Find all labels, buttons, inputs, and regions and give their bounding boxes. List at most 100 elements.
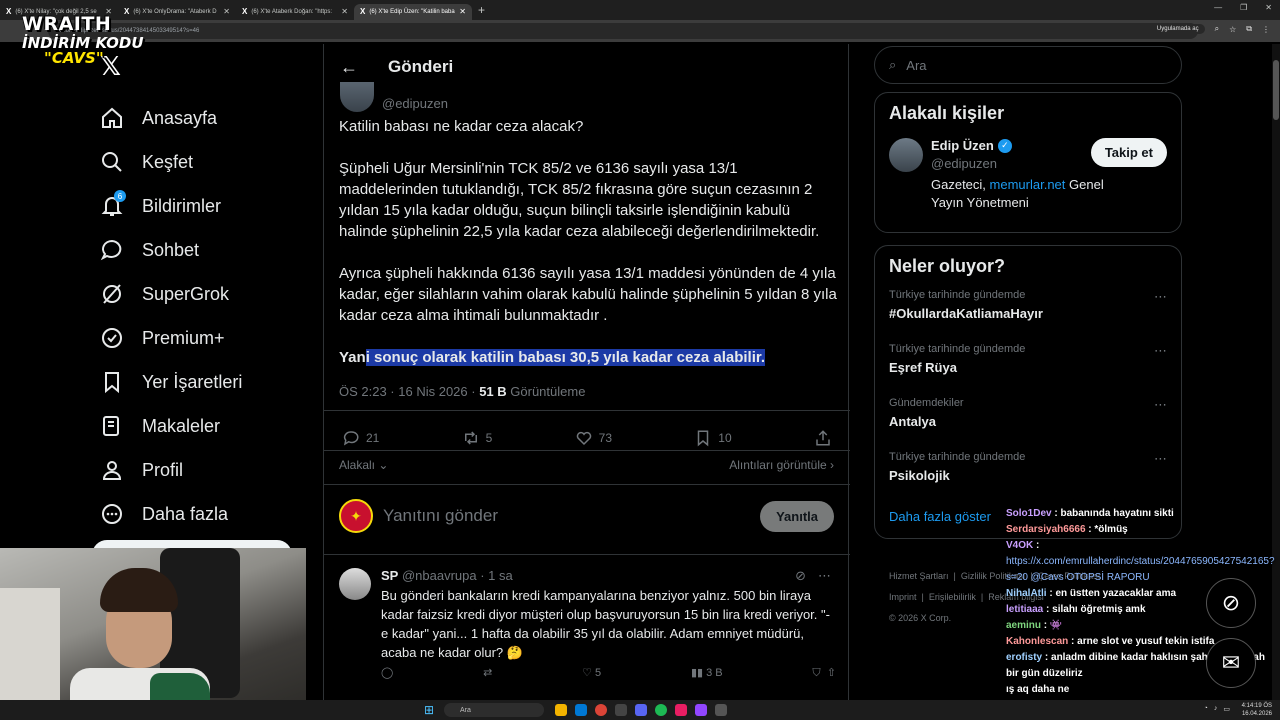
reply-input[interactable]: Yanıtını gönder — [383, 506, 498, 526]
trend-item[interactable]: Türkiye tarihinde gündemde #OkullardaKat… — [889, 287, 1167, 341]
bookmark-action[interactable]: 10 — [694, 429, 732, 447]
footer-link[interactable]: Erişilebilirlik — [929, 592, 976, 602]
nav-notifications[interactable]: 6 Bildirimler — [100, 184, 242, 228]
star-icon[interactable]: ☆ — [1229, 25, 1236, 34]
nav-articles[interactable]: Makaleler — [100, 404, 242, 448]
nav-grok[interactable]: SuperGrok — [100, 272, 242, 316]
share-icon[interactable]: ⇧ — [827, 667, 836, 679]
nav-label: Yer İşaretleri — [142, 371, 243, 392]
app-icon[interactable] — [615, 704, 627, 716]
browser-tab-4[interactable]: X (6) X'te Edip Üzen: "Katilin baba ✕ — [354, 3, 472, 20]
nav-premium[interactable]: Premium+ — [100, 316, 242, 360]
footer-link[interactable]: Imprint — [889, 592, 917, 602]
reply-author-handle[interactable]: @nbaavrupa · 1 sa — [402, 568, 513, 583]
like-action[interactable]: ♡ 5 — [582, 666, 601, 680]
messages-float-button[interactable]: ✉ — [1206, 638, 1256, 688]
windows-start-icon[interactable]: ⊞ — [424, 704, 436, 716]
chat-text: arne slot ve yusuf tekin istifa — [1077, 636, 1215, 647]
bio-link[interactable]: memurlar.net — [990, 177, 1066, 192]
scrollbar-thumb[interactable] — [1273, 60, 1279, 120]
trend-context: Türkiye tarihinde gündemde — [889, 343, 1026, 355]
more-icon[interactable]: ⋯ — [1154, 397, 1167, 413]
avatar[interactable] — [889, 138, 923, 172]
person-name[interactable]: Edip Üzen ✓ — [931, 138, 1012, 153]
trend-item[interactable]: Türkiye tarihinde gündemde Eşref Rüya ⋯ — [889, 341, 1167, 395]
reply-icon[interactable]: ◯ — [381, 666, 393, 680]
wifi-icon[interactable]: ◔ — [1204, 705, 1208, 713]
view-quotes-link[interactable]: Alıntıları görüntüle › — [729, 458, 834, 472]
close-icon[interactable]: ✕ — [459, 7, 466, 16]
bookmark-icon[interactable]: ⛉ — [812, 667, 820, 679]
edge-icon[interactable] — [575, 704, 587, 716]
reply-author-name[interactable]: SP — [381, 568, 398, 583]
maximize-icon[interactable]: ❐ — [1240, 3, 1247, 12]
post-timestamp[interactable]: ÖS 2:23 · 16 Nis 2026 · — [339, 384, 479, 399]
app-icon[interactable] — [675, 704, 687, 716]
avatar[interactable] — [340, 82, 374, 112]
spotify-icon[interactable] — [655, 704, 667, 716]
repost-icon[interactable]: ⇄ — [483, 666, 492, 680]
more-icon[interactable]: ⋯ — [818, 568, 831, 584]
close-window-icon[interactable]: ✕ — [1265, 3, 1272, 12]
views-action[interactable]: ▮▮ 3 B — [691, 666, 723, 680]
chart-icon: ▮▮ — [690, 667, 704, 679]
nav-profile[interactable]: Profil — [100, 448, 242, 492]
follow-button[interactable]: Takip et — [1090, 138, 1167, 167]
post-author[interactable]: @edipuzen — [340, 82, 448, 112]
like-action[interactable]: 73 — [575, 429, 612, 447]
search-input[interactable]: ⌕ Ara — [874, 46, 1182, 84]
open-in-app-button[interactable]: Uygulamada aç — [1150, 24, 1205, 34]
taskbar-search[interactable]: Ara — [444, 703, 544, 717]
nav-more[interactable]: Daha fazla — [100, 492, 242, 536]
sort-dropdown[interactable]: Alakalı ⌄ — [339, 458, 388, 472]
extensions-icon[interactable]: ⧉ — [1246, 24, 1252, 34]
avatar[interactable] — [339, 568, 371, 600]
url-input[interactable]: x.com/edipuzen/status/204473841450334951… — [48, 23, 1198, 39]
trend-item[interactable]: Gündemdekiler Antalya ⋯ — [889, 395, 1167, 449]
repost-action[interactable]: 5 — [462, 429, 492, 447]
person-item[interactable]: Edip Üzen ✓ @edipuzen Gazeteci, memurlar.… — [889, 134, 1167, 222]
footer-link[interactable]: Hizmet Şartları — [889, 571, 949, 581]
zoom-icon[interactable]: ⌕ — [1215, 24, 1219, 34]
back-arrow-icon[interactable]: ← — [340, 57, 358, 78]
divider — [324, 410, 850, 411]
twitch-icon[interactable] — [695, 704, 707, 716]
person-handle[interactable]: @edipuzen — [931, 156, 997, 171]
folder-icon[interactable] — [555, 704, 567, 716]
avatar[interactable]: ✦ — [339, 499, 373, 533]
nav-explore[interactable]: Keşfet — [100, 140, 242, 184]
windows-taskbar: ⊞ Ara ◔ ♪ ▭ 4:14:19 ÖS 16.04.2026 — [0, 700, 1280, 720]
close-icon[interactable]: ✕ — [341, 7, 348, 16]
battery-icon[interactable]: ▭ — [1223, 705, 1230, 713]
taskbar-clock[interactable]: 4:14:19 ÖS 16.04.2026 — [1242, 702, 1272, 718]
reply-action[interactable]: 21 — [342, 429, 379, 447]
author-handle[interactable]: @edipuzen — [382, 96, 448, 111]
app-icon[interactable] — [715, 704, 727, 716]
grok-icon[interactable]: ⊘ — [795, 568, 806, 584]
more-icon[interactable]: ⋯ — [1154, 451, 1167, 467]
more-icon[interactable]: ⋯ — [1154, 289, 1167, 305]
trend-item[interactable]: Türkiye tarihinde gündemde Psikolojik ⋯ — [889, 449, 1167, 503]
user-icon — [102, 461, 122, 480]
nav-home[interactable]: Anasayfa — [100, 96, 242, 140]
chat-user: erofisty — [1006, 652, 1043, 663]
browser-tab-3[interactable]: X (6) X'te Ataberk Doğan: "https: ✕ — [236, 4, 354, 20]
chrome-icon[interactable] — [595, 704, 607, 716]
grok-float-button[interactable]: ⊘ — [1206, 578, 1256, 628]
menu-icon[interactable]: ⋮ — [1262, 25, 1270, 34]
related-people-card: Alakalı kişiler Edip Üzen ✓ @edipuzen Gaz… — [874, 92, 1182, 233]
volume-icon[interactable]: ♪ — [1214, 705, 1218, 713]
nav-chat[interactable]: Sohbet — [100, 228, 242, 272]
grok-icon: ⊘ — [1221, 590, 1241, 615]
nav-bookmarks[interactable]: Yer İşaretleri — [100, 360, 242, 404]
trend-name: Eşref Rüya — [889, 360, 957, 375]
minimize-icon[interactable]: — — [1214, 3, 1222, 12]
search-placeholder: Ara — [906, 57, 927, 73]
share-action[interactable] — [814, 429, 832, 447]
window-controls: — ❐ ✕ — [1214, 3, 1272, 12]
discord-icon[interactable] — [635, 704, 647, 716]
close-icon[interactable]: ✕ — [223, 7, 230, 16]
new-tab-icon[interactable]: + — [478, 3, 485, 17]
more-icon[interactable]: ⋯ — [1154, 343, 1167, 359]
reply-button[interactable]: Yanıtla — [760, 500, 834, 532]
